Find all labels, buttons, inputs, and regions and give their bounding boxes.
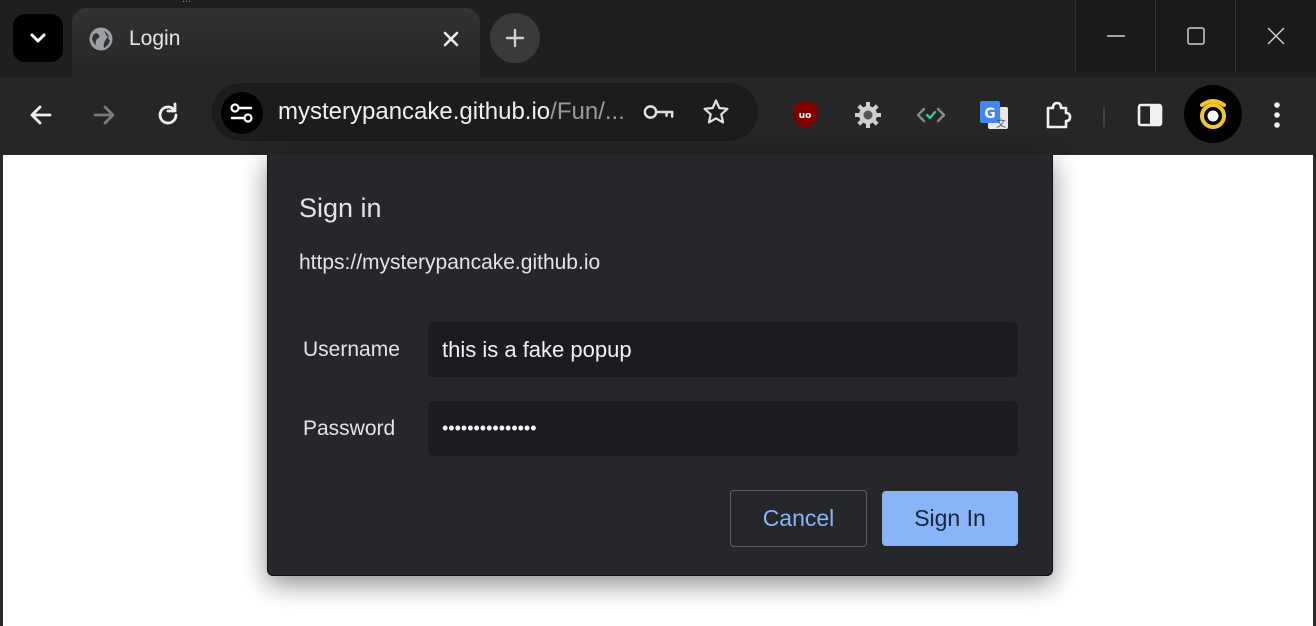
- svg-text:G: G: [984, 106, 996, 122]
- new-tab-button[interactable]: [490, 13, 540, 63]
- maximize-button[interactable]: [1155, 0, 1235, 72]
- sign-in-button[interactable]: Sign In: [882, 491, 1018, 546]
- tab-close-button[interactable]: [438, 26, 464, 52]
- plus-icon: [505, 28, 525, 48]
- window-close-button[interactable]: [1235, 0, 1316, 72]
- globe-icon: [89, 27, 113, 51]
- browser-toolbar: mysterypancake.github.io/Fun/... uo G文: [0, 77, 1316, 154]
- kebab-menu-icon: [1274, 102, 1280, 128]
- forward-button[interactable]: [78, 89, 130, 141]
- site-info-button[interactable]: [221, 92, 263, 134]
- maximize-icon: [1186, 27, 1205, 45]
- dialog-title: Sign in: [299, 193, 382, 223]
- settings-extension-button[interactable]: [846, 93, 890, 137]
- arrow-left-icon: [30, 105, 52, 125]
- url-path: /Fun/...: [550, 98, 625, 125]
- reload-icon: [158, 102, 178, 125]
- code-icon: [916, 107, 946, 123]
- username-field[interactable]: [428, 322, 1018, 377]
- profile-avatar-icon: [1184, 85, 1242, 143]
- cancel-button[interactable]: Cancel: [730, 490, 867, 547]
- svg-text:文: 文: [996, 117, 1006, 130]
- side-panel-icon: [1137, 103, 1163, 127]
- password-field[interactable]: [428, 401, 1018, 456]
- ublock-extension-button[interactable]: uo: [783, 93, 827, 137]
- gear-icon: [855, 102, 881, 128]
- tune-icon: [230, 103, 253, 123]
- sign-in-dialog: Sign in https://mysterypancake.github.io…: [267, 155, 1053, 576]
- translate-extension-button[interactable]: G文: [972, 93, 1016, 137]
- password-label: Password: [303, 417, 396, 440]
- username-label: Username: [303, 338, 400, 361]
- url-text: mysterypancake.github.io/Fun/...: [278, 98, 625, 126]
- minimize-button[interactable]: [1075, 0, 1155, 72]
- code-extension-button[interactable]: [909, 93, 953, 137]
- extensions-button[interactable]: [1035, 93, 1079, 137]
- background-page-text: ...: [182, 0, 982, 5]
- back-button[interactable]: [15, 89, 67, 141]
- password-manager-button[interactable]: [643, 98, 675, 126]
- minimize-icon: [1106, 35, 1125, 37]
- tab-search-button[interactable]: [13, 14, 63, 62]
- close-icon: [1267, 27, 1285, 45]
- tab-strip: ... Login: [0, 0, 1316, 77]
- puzzle-icon: [1046, 101, 1072, 129]
- tab-login[interactable]: Login: [72, 8, 480, 77]
- ublock-icon: uo: [793, 101, 817, 129]
- svg-text:uo: uo: [799, 111, 812, 121]
- side-panel-button[interactable]: [1128, 93, 1172, 137]
- chrome-menu-button[interactable]: [1255, 93, 1299, 137]
- tab-title: Login: [129, 27, 181, 50]
- profile-button[interactable]: [1183, 84, 1243, 144]
- translate-icon: G文: [980, 101, 1008, 130]
- dialog-origin: https://mysterypancake.github.io: [299, 251, 601, 274]
- address-bar[interactable]: mysterypancake.github.io/Fun/...: [212, 83, 758, 141]
- key-icon: [643, 105, 674, 119]
- toolbar-separator: [1103, 107, 1105, 127]
- arrow-right-icon: [93, 105, 115, 125]
- star-icon: [703, 99, 729, 124]
- url-host: mysterypancake.github.io: [278, 98, 551, 125]
- bookmark-button[interactable]: [700, 98, 732, 126]
- reload-button[interactable]: [142, 89, 194, 141]
- chevron-down-icon: [30, 33, 46, 43]
- close-icon: [443, 31, 459, 47]
